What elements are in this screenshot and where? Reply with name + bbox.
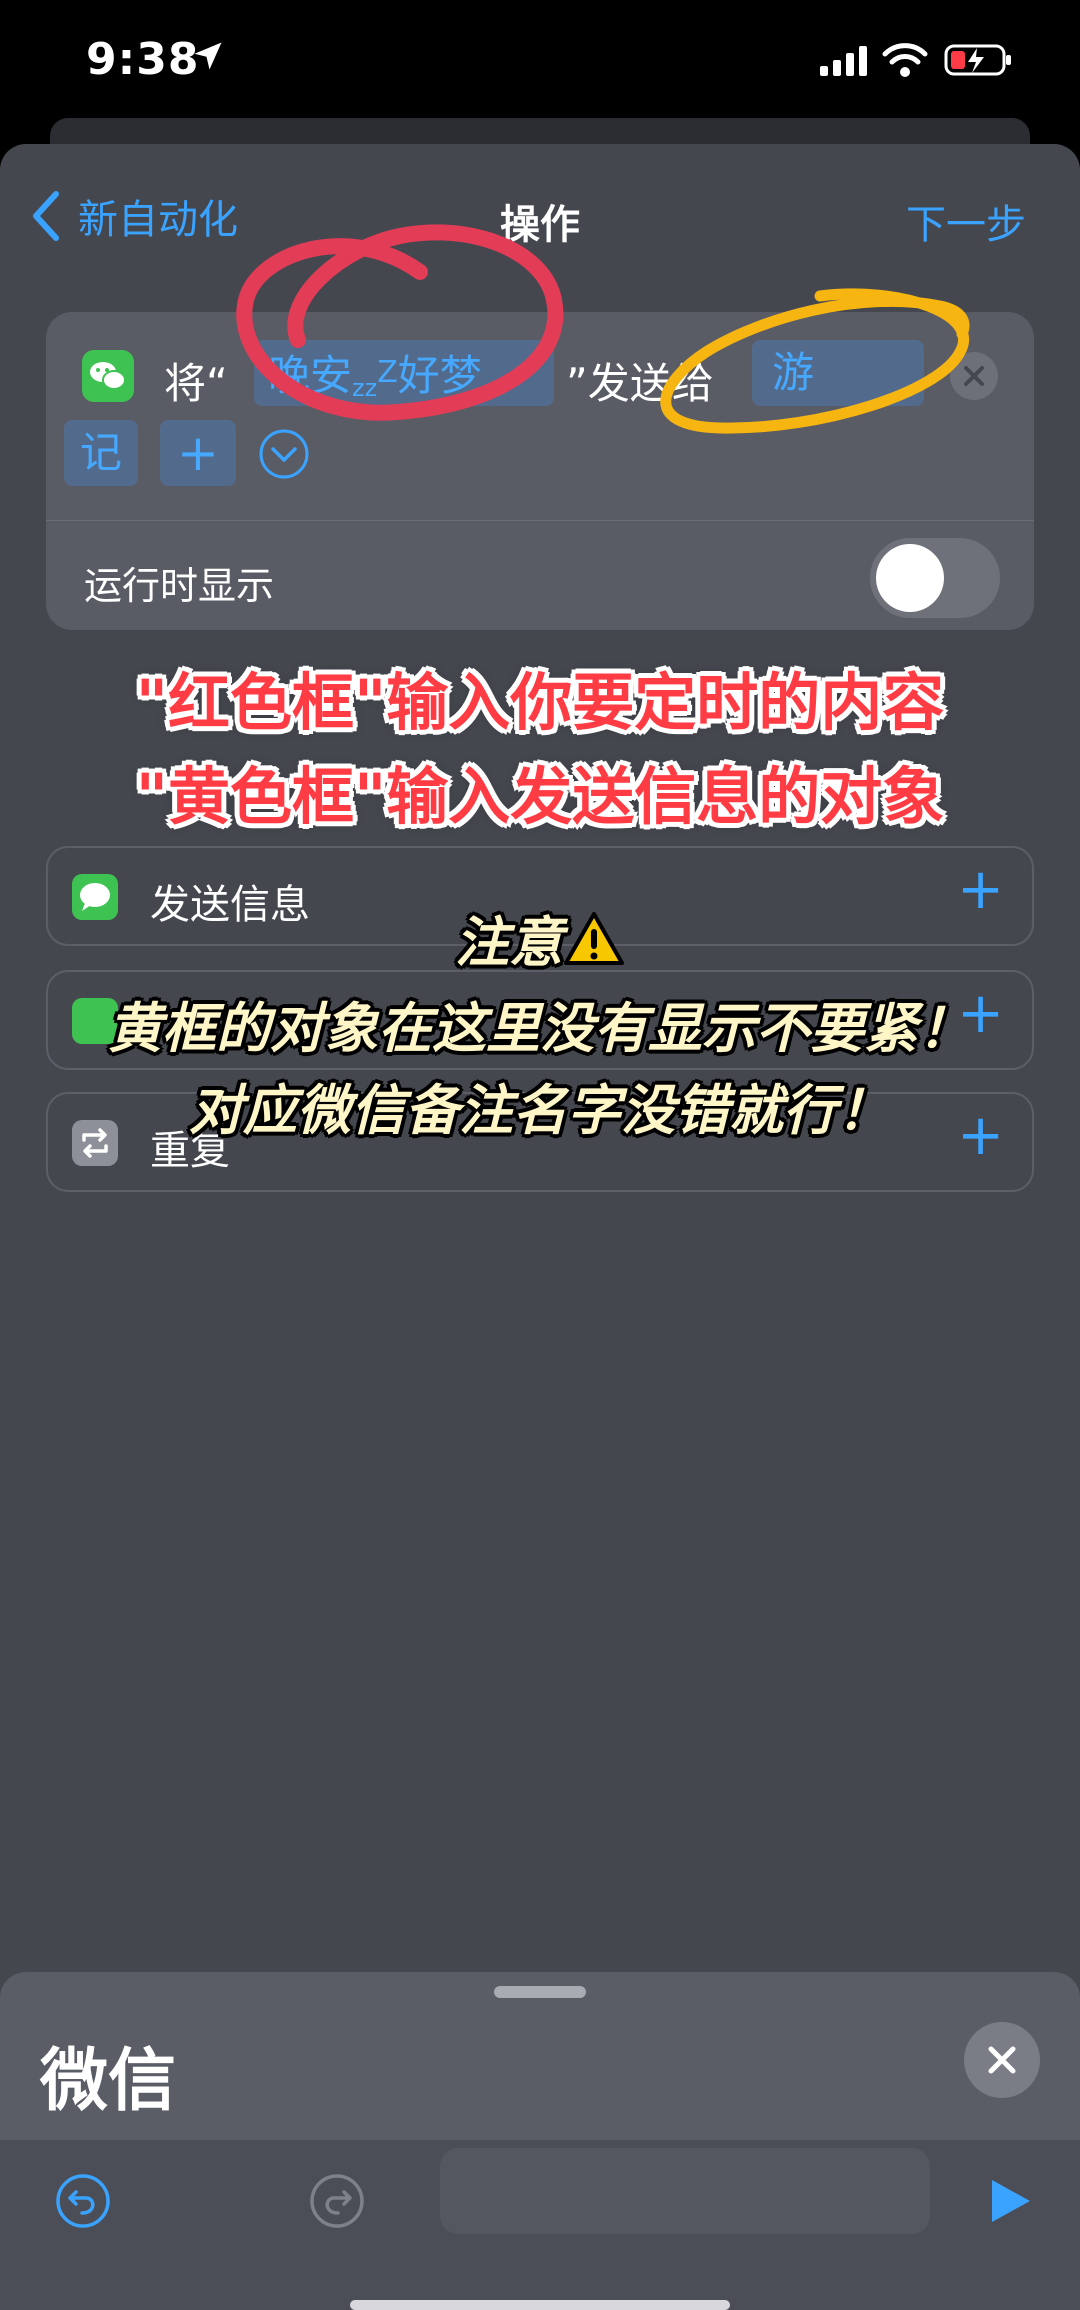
show-when-run-toggle[interactable] — [870, 538, 1000, 618]
location-arrow-icon — [194, 42, 222, 70]
cellular-signal-icon — [820, 46, 867, 76]
play-icon[interactable] — [984, 2176, 1034, 2226]
content-zz-small: z — [352, 374, 365, 402]
search-field[interactable] — [440, 2148, 930, 2234]
close-icon — [988, 2046, 1016, 2074]
content-zz-mid: z — [364, 374, 378, 402]
show-when-run-label: 运行时显示 — [84, 564, 275, 608]
close-icon — [964, 366, 984, 386]
content-text-before: 晚安 — [268, 351, 353, 400]
next-button[interactable]: 下一步 — [906, 192, 1026, 250]
close-panel-button[interactable] — [964, 2022, 1040, 2098]
chevron-down-circle-icon[interactable] — [258, 428, 310, 480]
recipient-token-continued[interactable]: 记 — [64, 420, 138, 486]
warning-icon — [564, 912, 624, 965]
clear-recipient-button[interactable] — [950, 352, 998, 400]
message-content-token[interactable]: 晚安zzZ好梦 — [254, 340, 554, 406]
status-bar: 9:38 — [0, 0, 1080, 130]
wechat-icon — [82, 350, 134, 402]
annotation-note-line1: 黄框的对象在这里没有显示不要紧！ — [108, 997, 972, 1060]
sheet-grabber[interactable] — [494, 1986, 586, 1998]
home-indicator — [350, 2300, 730, 2310]
annotation-red-box: "红色框"输入你要定时的内容 — [135, 666, 945, 739]
content-zz-big: Z — [377, 355, 398, 390]
battery-charging-icon — [944, 44, 1011, 76]
content-text-after: 好梦 — [397, 351, 482, 400]
action-suffix: ”发送给 — [566, 359, 714, 408]
panel-title: 微信 — [40, 2042, 177, 2121]
toggle-knob — [876, 544, 944, 612]
status-time: 9:38 — [86, 34, 200, 85]
add-recipient-button[interactable]: + — [160, 420, 236, 486]
annotation-yellow-box: "黄色框"输入发送信息的对象 — [135, 760, 945, 833]
annotation-note-line2: 对应微信备注名字没错就行！ — [189, 1079, 891, 1142]
note-title-text: 注意 — [455, 911, 563, 974]
card-divider — [46, 520, 1034, 521]
wifi-icon — [882, 43, 928, 77]
annotation-note-title: 注意 — [0, 898, 1080, 977]
recipient-token[interactable]: 游 — [752, 340, 924, 406]
redo-icon[interactable] — [308, 2172, 366, 2230]
action-prefix: 将“ — [164, 359, 228, 408]
undo-icon[interactable] — [54, 2172, 112, 2230]
